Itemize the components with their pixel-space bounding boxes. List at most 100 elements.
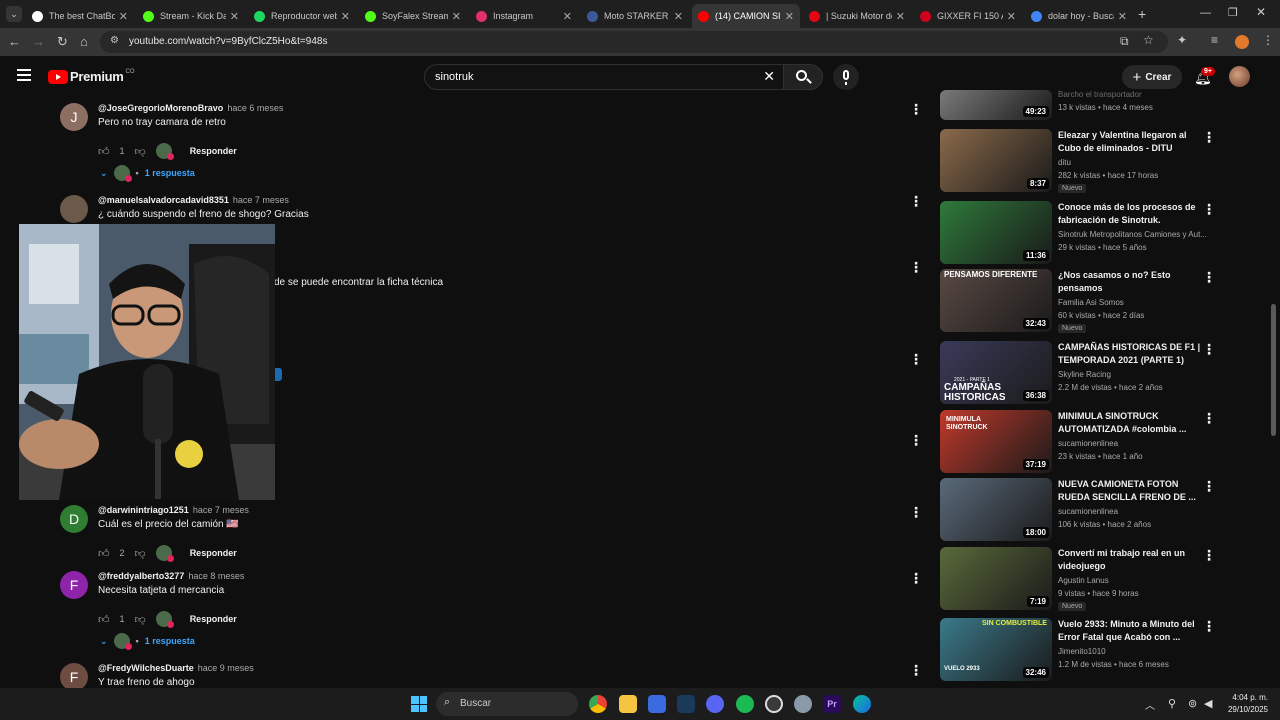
comment-options-icon[interactable]: ⋮: [909, 663, 923, 677]
voice-search-button[interactable]: [833, 64, 859, 90]
comment-time[interactable]: hace 8 meses: [188, 571, 244, 581]
video-channel[interactable]: Skyline Racing: [1058, 370, 1208, 379]
tab-close-icon[interactable]: ✕: [341, 10, 350, 23]
comment-author[interactable]: @JoseGregorioMorenoBravo hace 6 meses: [98, 103, 283, 113]
comment-options-icon[interactable]: ⋮: [909, 433, 923, 447]
comment-options-icon[interactable]: ⋮: [909, 352, 923, 366]
video-options-icon[interactable]: ⋮: [1202, 202, 1216, 216]
commenter-avatar[interactable]: [60, 195, 88, 223]
steam-icon[interactable]: [677, 695, 695, 713]
tab-close-icon[interactable]: ✕: [785, 10, 794, 23]
video-channel[interactable]: sucamionenlinea: [1058, 507, 1208, 516]
video-title[interactable]: NUEVA CAMIONETA FOTON RUEDA SENCILLA FRE…: [1058, 478, 1208, 504]
comment-handle[interactable]: @freddyalberto3277: [98, 571, 184, 581]
reading-list-icon[interactable]: ≡: [1211, 33, 1218, 47]
video-options-icon[interactable]: ⋮: [1202, 619, 1216, 633]
reply-button[interactable]: Responder: [190, 548, 237, 558]
video-title[interactable]: ¿Nos casamos o no? Esto pensamos: [1058, 269, 1208, 295]
settings-gear-icon[interactable]: [794, 695, 812, 713]
back-icon[interactable]: ←: [8, 35, 21, 49]
tab-close-icon[interactable]: ✕: [230, 10, 239, 23]
obs-icon[interactable]: [765, 695, 783, 713]
extensions-icon[interactable]: ✦: [1177, 33, 1187, 47]
reply-button[interactable]: Responder: [190, 614, 237, 624]
comment-author[interactable]: @manuelsalvadorcadavid8351 hace 7 meses: [98, 195, 289, 205]
comment-time[interactable]: hace 6 meses: [227, 103, 283, 113]
video-options-icon[interactable]: ⋮: [1202, 342, 1216, 356]
commenter-avatar[interactable]: J: [60, 103, 88, 131]
tab-search-button[interactable]: ⌄: [6, 6, 22, 22]
comment-author[interactable]: @FredyWilchesDuarte hace 9 meses: [98, 663, 254, 673]
video-thumbnail[interactable]: MINIMULA SINOTRUCK 37:19: [940, 410, 1052, 473]
comment-options-icon[interactable]: ⋮: [909, 194, 923, 208]
video-channel[interactable]: sucamionenlinea: [1058, 439, 1208, 448]
comment-handle[interactable]: @JoseGregorioMorenoBravo: [98, 103, 223, 113]
minimize-button[interactable]: —: [1200, 7, 1211, 19]
windows-start-icon[interactable]: [411, 696, 427, 712]
reload-icon[interactable]: ↻: [57, 35, 68, 49]
premiere-icon[interactable]: Pr: [823, 695, 841, 713]
video-options-icon[interactable]: ⋮: [1202, 270, 1216, 284]
tray-chevron-icon[interactable]: ︿: [1145, 697, 1155, 712]
tab-close-icon[interactable]: ✕: [452, 10, 461, 23]
dislike-icon[interactable]: 👎︎: [135, 547, 146, 560]
search-input[interactable]: sinotruk: [435, 71, 474, 83]
commenter-avatar[interactable]: F: [60, 663, 88, 691]
cast-icon[interactable]: ⧉: [1120, 34, 1129, 49]
comment-options-icon[interactable]: ⋮: [909, 505, 923, 519]
video-options-icon[interactable]: ⋮: [1202, 479, 1216, 493]
tab-close-icon[interactable]: ✕: [1007, 10, 1016, 23]
new-tab-button[interactable]: +: [1138, 6, 1146, 22]
video-thumbnail[interactable]: SIN COMBUSTIBLE VUELO 2933 32:46: [940, 618, 1052, 681]
video-thumbnail[interactable]: 18:00: [940, 478, 1052, 541]
video-title[interactable]: Conoce más de los procesos de fabricació…: [1058, 201, 1208, 227]
comment-author[interactable]: @darwinintriago1251 hace 7 meses: [98, 505, 249, 515]
commenter-avatar[interactable]: D: [60, 505, 88, 533]
store-icon[interactable]: [648, 695, 666, 713]
comment-options-icon[interactable]: ⋮: [909, 102, 923, 116]
speaker-icon[interactable]: ◀: [1204, 697, 1212, 710]
spotify-icon[interactable]: [736, 695, 754, 713]
browser-menu-icon[interactable]: ⋮: [1262, 33, 1274, 47]
comment-handle[interactable]: @darwinintriago1251: [98, 505, 189, 515]
browser-tab[interactable]: SoyFalex Stream ✕: [359, 4, 467, 28]
dislike-icon[interactable]: 👎︎: [135, 613, 146, 626]
discord-icon[interactable]: [706, 695, 724, 713]
close-window-button[interactable]: ✕: [1256, 5, 1266, 19]
search-box[interactable]: sinotruk ✕: [424, 64, 784, 90]
chrome-icon[interactable]: [589, 695, 607, 713]
like-icon[interactable]: 👍︎: [98, 145, 110, 158]
video-options-icon[interactable]: ⋮: [1202, 548, 1216, 562]
file-explorer-icon[interactable]: [619, 695, 637, 713]
video-channel[interactable]: ditu: [1058, 158, 1208, 167]
comment-time[interactable]: hace 7 meses: [193, 505, 249, 515]
video-thumbnail[interactable]: 49:23: [940, 90, 1052, 120]
browser-tab[interactable]: Stream - Kick Das ✕: [137, 4, 245, 28]
video-thumbnail[interactable]: PENSAMOS DIFERENTE 32:43: [940, 269, 1052, 332]
video-thumbnail[interactable]: 2021 - PARTE 1 CAMPAÑAS HISTORICAS 36:38: [940, 341, 1052, 404]
comment-time[interactable]: hace 7 meses: [233, 195, 289, 205]
video-thumbnail[interactable]: 11:36: [940, 201, 1052, 264]
video-channel[interactable]: Familia Asi Somos: [1058, 298, 1208, 307]
comment-handle[interactable]: @manuelsalvadorcadavid8351: [98, 195, 229, 205]
video-channel[interactable]: Sinotruk Metropolitanos Camiones y Aut..…: [1058, 230, 1208, 239]
video-title[interactable]: Eleazar y Valentina llegaron al Cubo de …: [1058, 129, 1208, 155]
site-info-icon[interactable]: ⚙: [110, 35, 119, 46]
browser-tab[interactable]: (14) CAMION SIN ✕: [692, 4, 800, 28]
video-title[interactable]: CAMPAÑAS HISTORICAS DE F1 | TEMPORADA 20…: [1058, 341, 1208, 367]
browser-tab[interactable]: Instagram ✕: [470, 4, 578, 28]
video-title[interactable]: Vuelo 2933: Minuto a Minuto del Error Fa…: [1058, 618, 1208, 644]
video-thumbnail[interactable]: 8:37: [940, 129, 1052, 192]
tab-close-icon[interactable]: ✕: [563, 10, 572, 23]
taskbar-search[interactable]: ⌕ Buscar: [436, 692, 578, 716]
clear-search-icon[interactable]: ✕: [763, 68, 775, 85]
comment-options-icon[interactable]: ⋮: [909, 260, 923, 274]
youtube-logo[interactable]: Premium CO: [48, 69, 135, 84]
view-replies-button[interactable]: ⌄ • 1 respuesta: [100, 165, 195, 182]
commenter-avatar[interactable]: F: [60, 571, 88, 599]
browser-tab[interactable]: Reproductor web ✕: [248, 4, 356, 28]
page-scrollbar[interactable]: [1271, 304, 1276, 436]
like-icon[interactable]: 👍︎: [98, 547, 110, 560]
tab-close-icon[interactable]: ✕: [674, 10, 683, 23]
search-button[interactable]: [783, 64, 823, 90]
